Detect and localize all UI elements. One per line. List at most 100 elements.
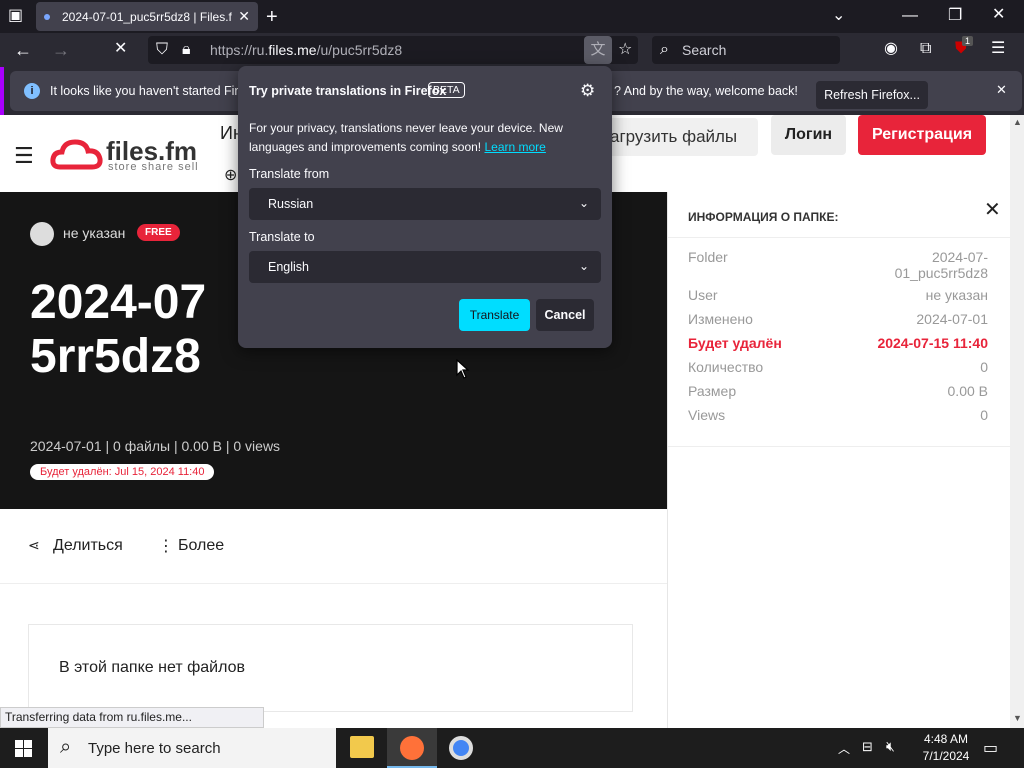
stop-loading-icon[interactable]: ✕ [114, 41, 127, 57]
translate-to-value: English [268, 260, 309, 274]
back-icon[interactable]: ← [14, 41, 32, 59]
learn-more-link[interactable]: Learn more [484, 140, 545, 154]
info-value: 2024-07-01 [916, 311, 988, 327]
info-icon: i [24, 83, 40, 99]
plan-badge: FREE [137, 224, 180, 241]
list-all-tabs-icon[interactable]: ⌄ [832, 8, 845, 24]
search-icon: ⌕ [660, 41, 669, 58]
url-bar[interactable]: ⛉ 🔒︎ https://ru. files.me/u/puc5rr5dz8 文 … [148, 36, 638, 64]
folder-meta: 2024-07-01 | 0 файлы | 0.00 B | 0 views [30, 438, 281, 454]
taskbar-search-placeholder: Type here to search [88, 739, 221, 757]
empty-folder-message: В этой папке нет файлов [59, 659, 245, 676]
search-bar[interactable]: ⌕ Search [652, 36, 840, 64]
chrome-icon[interactable] [449, 736, 473, 760]
folder-title-line1: 2024-07 [30, 276, 207, 329]
info-value: 0 [980, 407, 988, 423]
login-button[interactable]: Логин [771, 115, 846, 155]
register-button[interactable]: Регистрация [858, 115, 986, 155]
file-explorer-icon[interactable] [350, 736, 374, 758]
close-panel-icon[interactable]: ✕ [984, 197, 1001, 222]
translate-icon[interactable]: 文 [584, 36, 612, 64]
translation-privacy-text: For your privacy, translations never lea… [249, 119, 579, 157]
more-icon[interactable]: ⋮ [158, 536, 174, 556]
tab-title: 2024-07-01_puc5rr5dz8 | Files.fm [62, 9, 233, 24]
tab-favicon-icon [44, 13, 50, 20]
clock-time[interactable]: 4:48 AM [916, 732, 976, 746]
taskbar-search-input[interactable]: ⌕ Type here to search [48, 728, 336, 768]
actions-bar: ⋖ Делиться ⋮ Более [0, 509, 667, 584]
info-row-views: Views 0 [688, 407, 988, 423]
info-label: Views [688, 407, 726, 423]
info-label: Изменено [688, 311, 753, 327]
settings-gear-icon[interactable]: ⚙ [580, 81, 595, 101]
volume-muted-icon[interactable]: 🔇︎ [886, 738, 895, 755]
logo-tagline: store share sell [108, 161, 199, 173]
forward-icon[interactable]: → [52, 41, 70, 59]
info-value: 0.00 B [947, 383, 988, 399]
network-icon[interactable]: ⊟ [862, 739, 873, 755]
browser-tab-bar: ▣ 2024-07-01_puc5rr5dz8 | Files.fm ✕ + ⌄… [0, 0, 1024, 33]
minimize-icon[interactable]: — [902, 8, 918, 24]
new-tab-icon[interactable]: + [266, 7, 278, 27]
notifications-icon[interactable]: ▭ [983, 738, 998, 758]
share-button[interactable]: Делиться [53, 537, 123, 555]
status-bar: Transferring data from ru.files.me... [0, 707, 264, 728]
translate-from-label: Translate from [249, 167, 330, 181]
clock-date[interactable]: 7/1/2024 [916, 749, 976, 763]
info-value: 2024-07-01_puc5rr5dz8 [894, 249, 988, 281]
lock-icon[interactable]: 🔒︎ [182, 42, 191, 58]
show-hidden-icons-icon[interactable]: ︿ [838, 740, 850, 757]
url-prefix: https://ru. [210, 42, 269, 58]
folder-title-line2: 5rr5dz8 [30, 330, 201, 383]
info-value: 2024-07-15 11:40 [877, 335, 988, 351]
search-icon: ⌕ [60, 736, 72, 758]
notification-text-left: It looks like you haven't started Firef [50, 84, 238, 98]
info-row-size: Размер 0.00 B [688, 383, 988, 399]
translate-to-select[interactable]: English ⌄ [249, 251, 601, 283]
cloud-logo-icon[interactable] [50, 137, 104, 173]
mouse-cursor-icon [456, 359, 470, 379]
bookmark-star-icon[interactable]: ☆ [618, 42, 632, 58]
translate-button[interactable]: Translate [459, 299, 530, 331]
translate-to-label: Translate to [249, 230, 315, 244]
info-panel-heading: ИНФОРМАЦИЯ О ПАПКЕ: [688, 210, 839, 224]
info-label: Количество [688, 359, 764, 375]
chevron-down-icon: ⌄ [578, 196, 589, 210]
close-window-icon[interactable]: ✕ [992, 7, 1005, 23]
empty-folder-box: В этой папке нет файлов [28, 624, 633, 712]
folder-info-panel: ИНФОРМАЦИЯ О ПАПКЕ: ✕ Folder 2024-07-01_… [667, 192, 1011, 728]
translate-from-select[interactable]: Russian ⌄ [249, 188, 601, 220]
more-button[interactable]: Более [178, 537, 224, 555]
info-row-folder: Folder 2024-07-01_puc5rr5dz8 [688, 249, 988, 283]
info-label: Будет удалён [688, 335, 782, 351]
info-label: Размер [688, 383, 737, 399]
tab-list-icon[interactable]: ▣ [8, 8, 23, 24]
language-globe-icon[interactable]: ⊕ [224, 165, 237, 185]
close-notification-icon[interactable]: ✕ [996, 83, 1007, 96]
scroll-up-icon[interactable]: ▲ [1013, 117, 1022, 127]
restore-icon[interactable]: ❐ [948, 8, 962, 24]
tab-close-icon[interactable]: ✕ [238, 8, 250, 25]
info-row-modified: Изменено 2024-07-01 [688, 311, 988, 327]
page-scrollbar[interactable]: ▲ ▼ [1010, 115, 1024, 728]
shield-icon[interactable]: ⛉ [156, 42, 168, 58]
chevron-down-icon: ⌄ [578, 259, 589, 273]
scroll-down-icon[interactable]: ▼ [1013, 713, 1022, 723]
firefox-taskbar-item[interactable] [387, 728, 437, 768]
windows-taskbar: ⌕ Type here to search ︿ ⊟ 🔇︎ 4:48 AM 7/1… [0, 728, 1024, 768]
search-bar-placeholder: Search [682, 42, 727, 58]
hamburger-icon[interactable]: ☰ [14, 143, 34, 169]
browser-tab[interactable]: 2024-07-01_puc5rr5dz8 | Files.fm ✕ [36, 2, 258, 31]
share-icon[interactable]: ⋖ [28, 537, 40, 554]
menu-hamburger-icon[interactable]: ☰ [991, 41, 1005, 57]
owner-name[interactable]: не указан [63, 225, 125, 241]
panel-divider [668, 237, 1011, 238]
account-icon[interactable]: ◉ [884, 41, 898, 57]
refresh-firefox-button[interactable]: Refresh Firefox... [816, 81, 928, 109]
info-row-count: Количество 0 [688, 359, 988, 375]
cancel-button[interactable]: Cancel [536, 299, 594, 331]
extensions-icon[interactable]: ⧉ [920, 41, 931, 57]
extension-badge: 1 [962, 36, 974, 46]
windows-start-icon[interactable] [15, 740, 32, 757]
translation-popup-title: Try private translations in Firefox [249, 84, 447, 98]
